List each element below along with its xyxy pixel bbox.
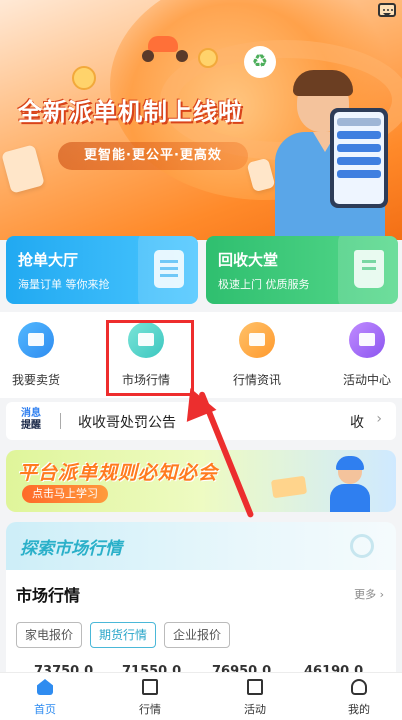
tab-label: 我的	[348, 703, 370, 716]
magnifier-icon	[350, 534, 374, 558]
recycle-icon: ♻	[244, 46, 276, 78]
tab-label: 首页	[34, 703, 56, 716]
notice-divider	[60, 413, 61, 429]
trash-bin-icon	[354, 250, 384, 288]
banner-subtitle: 更智能·更公平·更高效	[58, 142, 248, 170]
nav-item-market-news[interactable]: 行情资讯	[212, 322, 302, 388]
message-icon[interactable]	[378, 3, 396, 17]
chip-enterprise-quotes[interactable]: 企业报价	[164, 622, 231, 648]
user-icon	[351, 679, 367, 695]
chart-icon	[142, 679, 158, 695]
tab-home[interactable]: 首页	[15, 679, 75, 717]
banner-title: 全新派单机制上线啦	[18, 98, 243, 126]
notice-tag-bottom: 提醒	[21, 420, 41, 431]
fridge-illustration-icon	[1, 144, 45, 194]
market-explore-title: 探索市场行情	[20, 539, 122, 559]
news-icon	[239, 322, 275, 358]
market-explore-header: 探索市场行情	[6, 522, 396, 574]
rules-promo-banner[interactable]: 平台派单规则必知必会 点击马上学习	[6, 450, 396, 512]
more-link[interactable]: 更多 ›	[354, 586, 384, 602]
nav-item-label: 行情资讯	[232, 373, 281, 387]
market-title: 市场行情	[16, 586, 81, 605]
home-icon	[37, 679, 53, 695]
worker-illustration	[330, 456, 372, 512]
tab-activity[interactable]: 活动	[225, 679, 285, 717]
nav-item-activity-center[interactable]: 活动中心	[322, 322, 402, 388]
nav-item-label: 活动中心	[342, 373, 391, 387]
bottom-tab-bar: 首页 行情 活动 我的	[0, 672, 402, 720]
phone-illustration-icon	[330, 108, 388, 208]
tab-label: 活动	[244, 703, 266, 716]
clipboard-icon	[154, 250, 184, 288]
chip-appliance-quotes[interactable]: 家电报价	[16, 622, 83, 648]
gift-icon	[349, 322, 385, 358]
tab-label: 行情	[139, 703, 161, 716]
book-icon	[270, 475, 308, 499]
recycle-hall-card[interactable]: 回收大堂 极速上门 优质服务	[206, 236, 398, 304]
notice-tag: 消息 提醒	[16, 408, 46, 434]
document-icon	[247, 679, 263, 695]
notice-text: 收收哥处罚公告	[78, 415, 176, 431]
chip-futures[interactable]: 期货行情	[90, 622, 157, 648]
grab-order-hall-card[interactable]: 抢单大厅 海量订单 等你来抢	[6, 236, 198, 304]
coin-icon	[198, 48, 218, 68]
notice-tag-top: 消息	[21, 408, 41, 419]
scooter-icon	[142, 34, 188, 62]
nav-item-sell-goods[interactable]: 我要卖货	[0, 322, 81, 388]
highlight-box-annotation	[106, 320, 194, 396]
market-section: 市场行情 更多 › 家电报价 期货行情 企业报价 73750.0 71550.0…	[6, 570, 396, 679]
nav-item-label: 我要卖货	[11, 373, 60, 387]
cart-icon	[18, 322, 54, 358]
hero-banner[interactable]: ♻ 全新派单机制上线啦 更智能·更公平·更高效	[0, 0, 402, 240]
learn-now-button[interactable]: 点击马上学习	[22, 485, 108, 503]
promo-title: 平台派单规则必知必会	[18, 462, 219, 484]
tab-profile[interactable]: 我的	[329, 679, 389, 717]
coin-icon	[72, 66, 96, 90]
chevron-right-icon: ›	[376, 411, 382, 427]
notice-next-text: 收	[350, 415, 364, 431]
tab-market[interactable]: 行情	[120, 679, 180, 717]
